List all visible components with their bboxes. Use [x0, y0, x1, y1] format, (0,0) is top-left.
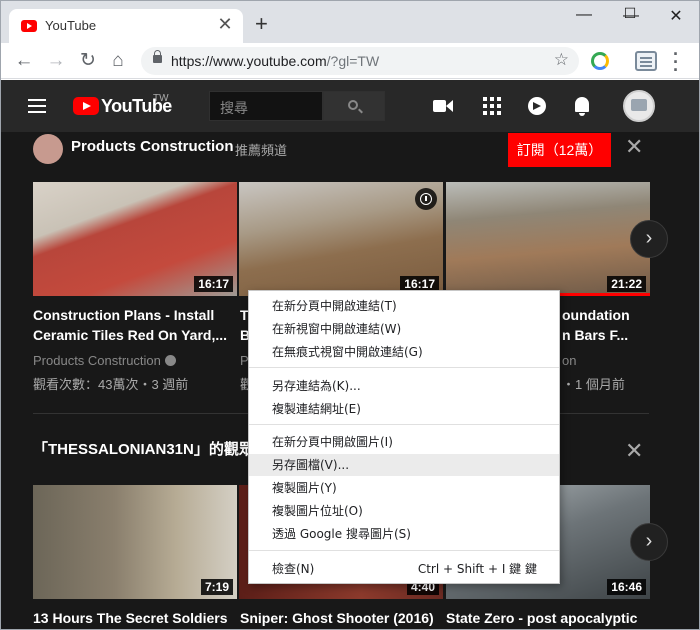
- back-icon[interactable]: ←: [11, 48, 37, 74]
- shelf-next-button[interactable]: ›: [630, 523, 668, 561]
- minimize-button-2[interactable]: —: [566, 6, 602, 30]
- video-title[interactable]: 13 Hours The Secret Soldiers: [33, 608, 237, 628]
- maximize-button[interactable]: ☐: [612, 5, 648, 29]
- shelf-next-button[interactable]: ›: [630, 220, 668, 258]
- video-channel[interactable]: on: [562, 353, 576, 368]
- youtube-logo-icon[interactable]: [73, 97, 99, 115]
- search-input[interactable]: 搜尋: [209, 91, 323, 121]
- close-shelf-icon[interactable]: ✕: [625, 440, 643, 462]
- close-shelf-icon[interactable]: ✕: [625, 136, 643, 158]
- menu-open-link-new-tab[interactable]: 在新分頁中開啟連結(T): [249, 295, 559, 317]
- video-thumbnail[interactable]: 21:22: [446, 182, 650, 296]
- verified-check-icon: [164, 355, 176, 366]
- context-menu: 在新分頁中開啟連結(T) 在新視窗中開啟連結(W) 在無痕式視窗中開啟連結(G)…: [248, 290, 560, 584]
- recommended-channel-tag: 推薦頻道: [235, 143, 288, 158]
- menu-inspect[interactable]: 檢查(N) Ctrl + Shift + I 鍵 鍵: [249, 558, 559, 580]
- video-title[interactable]: Sniper: Ghost Shooter (2016): [240, 608, 444, 628]
- menu-search-google-image[interactable]: 透過 Google 搜尋圖片(S): [249, 523, 559, 545]
- create-video-icon[interactable]: [433, 96, 455, 118]
- subscribe-button[interactable]: 訂閱（12萬）: [508, 133, 611, 167]
- region-code: TW: [153, 93, 169, 104]
- tab-close-icon[interactable]: ✕: [215, 14, 235, 35]
- extension-icon[interactable]: [591, 52, 609, 70]
- notifications-bell-icon[interactable]: [572, 96, 594, 118]
- search-button[interactable]: [323, 91, 385, 121]
- watch-later-icon[interactable]: [415, 188, 437, 210]
- menu-separator: [249, 367, 559, 368]
- address-bar[interactable]: https://www.youtube.com/?gl=TW ☆: [141, 47, 579, 75]
- menu-open-link-incognito[interactable]: 在無痕式視窗中開啟連結(G): [249, 341, 559, 363]
- apps-icon[interactable]: [482, 96, 504, 118]
- menu-copy-image[interactable]: 複製圖片(Y): [249, 477, 559, 499]
- video-thumbnail[interactable]: 7:19: [33, 485, 237, 599]
- tab-title: YouTube: [45, 18, 97, 33]
- video-title-line[interactable]: oundation: [562, 305, 652, 325]
- menu-icon[interactable]: [28, 99, 46, 101]
- account-avatar[interactable]: [623, 90, 655, 122]
- url-text: https://www.youtube.com/?gl=TW: [171, 53, 380, 69]
- browser-menu-icon[interactable]: · · ·: [673, 45, 679, 79]
- video-title-line[interactable]: Construction Plans - Install: [33, 305, 237, 325]
- lock-icon: [153, 50, 162, 63]
- home-icon[interactable]: ⌂: [105, 48, 131, 74]
- youtube-header: YouTube TW 搜尋: [1, 80, 699, 132]
- menu-copy-link-address[interactable]: 複製連結網址(E): [249, 398, 559, 420]
- video-title[interactable]: State Zero - post apocalyptic: [446, 608, 650, 628]
- menu-save-link-as[interactable]: 另存連結為(K)...: [249, 375, 559, 397]
- video-meta: ・1 個月前: [562, 377, 625, 392]
- menu-copy-image-address[interactable]: 複製圖片位址(O): [249, 500, 559, 522]
- video-thumbnail[interactable]: 16:17: [239, 182, 443, 296]
- inspect-shortcut: Ctrl + Shift + I 鍵 鍵: [417, 562, 537, 576]
- extension-reader-icon[interactable]: [635, 51, 657, 71]
- reload-icon[interactable]: ↻: [75, 48, 101, 74]
- video-meta: 觀看次數：43萬次・3 週前: [33, 377, 189, 392]
- menu-open-image-new-tab[interactable]: 在新分頁中開啟圖片(I): [249, 431, 559, 453]
- video-channel[interactable]: Products Construction: [33, 353, 176, 368]
- forward-icon[interactable]: →: [43, 48, 69, 74]
- video-thumbnail[interactable]: 16:17: [33, 182, 237, 296]
- shelf-title: 「THESSALONIAN31N」的觀眾: [33, 441, 253, 458]
- channel-avatar[interactable]: [33, 134, 63, 164]
- video-title-line[interactable]: n Bars F...: [562, 325, 652, 345]
- menu-open-link-new-window[interactable]: 在新視窗中開啟連結(W): [249, 318, 559, 340]
- messages-icon[interactable]: [527, 96, 549, 118]
- bookmark-star-icon[interactable]: ☆: [554, 50, 569, 70]
- youtube-favicon-icon: [21, 20, 37, 32]
- close-window-button[interactable]: ✕: [658, 6, 694, 30]
- menu-save-image-as[interactable]: 另存圖檔(V)...: [249, 454, 559, 476]
- search-icon: [348, 100, 358, 110]
- new-tab-button[interactable]: +: [255, 13, 268, 35]
- channel-name[interactable]: Products Construction: [71, 138, 234, 155]
- tab-youtube[interactable]: YouTube ✕: [9, 9, 243, 43]
- menu-separator: [249, 550, 559, 551]
- menu-separator: [249, 424, 559, 425]
- video-title-line[interactable]: Ceramic Tiles Red On Yard,...: [33, 325, 237, 345]
